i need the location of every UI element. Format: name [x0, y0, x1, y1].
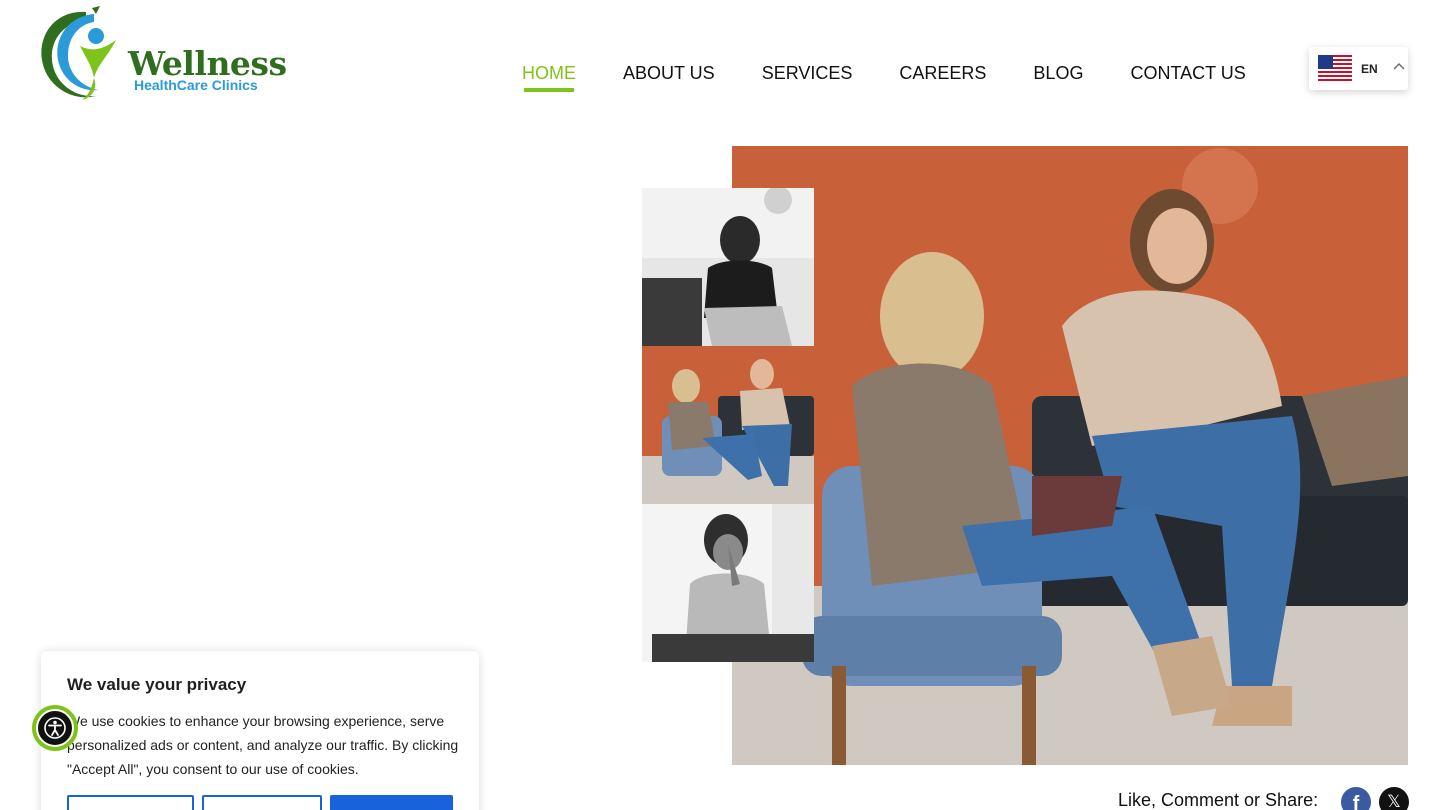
- nav-careers[interactable]: CAREERS: [899, 63, 986, 93]
- cookie-consent-banner: We value your privacy We use cookies to …: [41, 651, 479, 810]
- language-code: EN: [1361, 62, 1378, 76]
- gallery-thumbnail-2[interactable]: [642, 346, 814, 504]
- facebook-share-icon[interactable]: f: [1341, 787, 1371, 810]
- nav-services[interactable]: SERVICES: [762, 63, 853, 93]
- language-selector[interactable]: EN: [1309, 47, 1408, 90]
- cookie-banner-text: We use cookies to enhance your browsing …: [67, 713, 459, 777]
- therapy-session-thumbnail: [642, 346, 814, 504]
- cookie-customize-button[interactable]: [67, 795, 194, 810]
- main-nav: HOME ABOUT US SERVICES CAREERS BLOG CONT…: [522, 63, 1293, 95]
- accessibility-icon: [44, 717, 66, 739]
- cookie-accept-all-button[interactable]: [330, 795, 453, 810]
- therapy-session-photo: [732, 146, 1408, 765]
- logo-subtitle: HealthCare Clinics: [134, 77, 258, 93]
- woman-speaking-bw-photo: [642, 188, 814, 346]
- gallery-thumbnail-1[interactable]: [642, 188, 814, 346]
- stressed-woman-bw-photo: [642, 504, 814, 662]
- nav-about-us[interactable]: ABOUT US: [623, 63, 715, 93]
- chevron-up-icon: [1393, 63, 1405, 70]
- share-label: Like, Comment or Share:: [1118, 790, 1319, 810]
- accessibility-button[interactable]: [32, 705, 78, 751]
- therapy-session-illustration: [732, 146, 1408, 765]
- cookie-reject-button[interactable]: [202, 795, 322, 810]
- cookie-banner-title: We value your privacy: [67, 675, 247, 694]
- accessibility-icon-wrap: [36, 709, 74, 747]
- us-flag-icon: [1318, 55, 1352, 81]
- gallery-thumbnail-3[interactable]: [642, 504, 814, 662]
- site-logo[interactable]: Wellness HealthCare Clinics: [36, 6, 287, 104]
- x-share-icon[interactable]: 𝕏: [1379, 787, 1409, 810]
- nav-blog[interactable]: BLOG: [1033, 63, 1083, 93]
- nav-contact-us[interactable]: CONTACT US: [1130, 63, 1245, 93]
- nav-home[interactable]: HOME: [522, 63, 576, 93]
- logo-mark-icon: [41, 6, 116, 100]
